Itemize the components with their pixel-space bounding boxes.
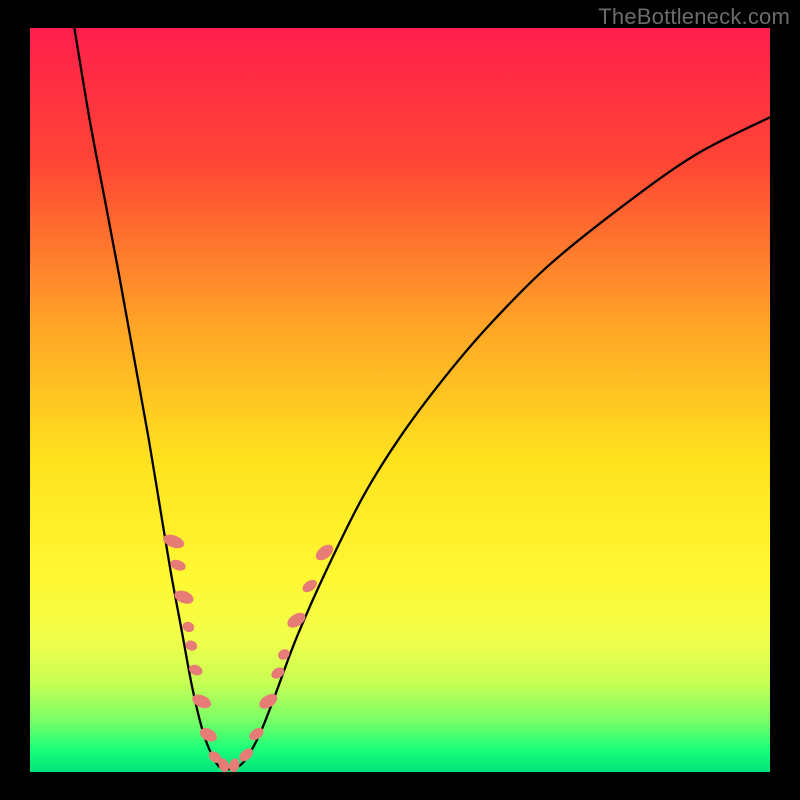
chart-stage: TheBottleneck.com — [0, 0, 800, 800]
watermark-text: TheBottleneck.com — [598, 4, 790, 30]
chart-svg — [0, 0, 800, 800]
